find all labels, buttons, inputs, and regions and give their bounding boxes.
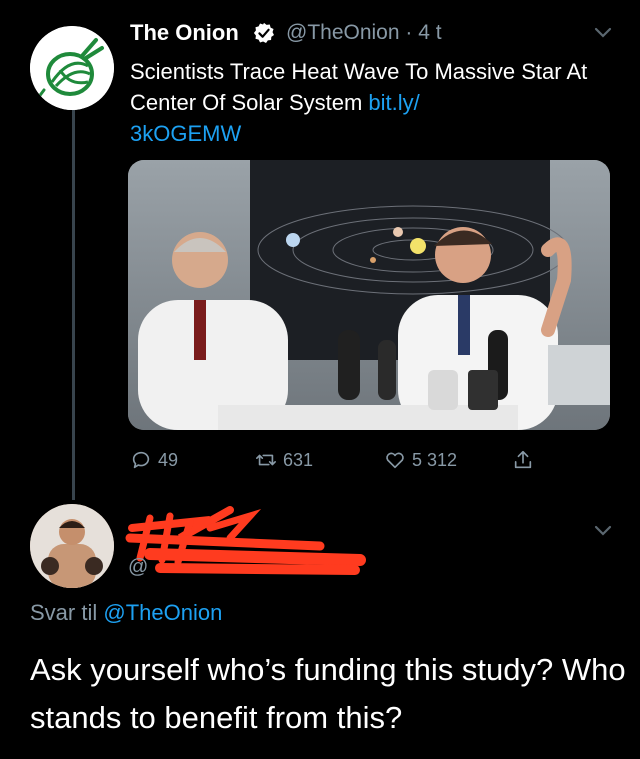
reply-author-handle[interactable]: @ <box>128 556 148 579</box>
thread-connector-line <box>72 108 75 500</box>
tweet-time[interactable]: 4 t <box>418 21 441 44</box>
replying-to-label: Svar til <box>30 600 104 625</box>
reply-text: Ask yourself who’s funding this study? W… <box>30 652 626 735</box>
author-handle-line[interactable]: @TheOnion · 4 t <box>286 21 442 45</box>
author-handle[interactable]: @TheOnion <box>286 21 400 44</box>
meta-separator: · <box>405 21 413 44</box>
like-count: 5 312 <box>412 449 458 470</box>
verified-icon <box>253 22 274 43</box>
replying-to-mention[interactable]: @TheOnion <box>103 600 222 625</box>
reply-author-avatar[interactable] <box>30 504 114 588</box>
replying-to-line: Svar til @TheOnion <box>30 600 222 626</box>
share-button[interactable] <box>512 448 540 472</box>
like-icon <box>386 452 404 469</box>
tweet-text: Scientists Trace Heat Wave To Massive St… <box>130 56 610 149</box>
retweet-button[interactable]: 631 <box>255 448 313 472</box>
reply-button[interactable]: 49 <box>130 448 178 472</box>
onion-logo-icon <box>30 26 114 110</box>
chevron-down-icon[interactable] <box>593 26 613 40</box>
retweet-icon <box>256 454 276 466</box>
author-avatar[interactable] <box>30 26 114 110</box>
share-icon <box>514 450 532 469</box>
tweet-media-image[interactable] <box>128 160 610 430</box>
retweet-count: 631 <box>283 449 314 470</box>
chevron-down-icon[interactable] <box>593 524 613 538</box>
tweet-body: Scientists Trace Heat Wave To Massive St… <box>130 59 588 115</box>
reply-count: 49 <box>158 449 179 470</box>
reply-icon <box>132 451 150 469</box>
author-name[interactable]: The Onion <box>130 20 239 46</box>
boxer-photo <box>30 504 114 588</box>
like-button[interactable]: 5 312 <box>384 448 457 472</box>
press-conference-photo <box>128 160 610 430</box>
redaction-scribble <box>125 506 366 575</box>
